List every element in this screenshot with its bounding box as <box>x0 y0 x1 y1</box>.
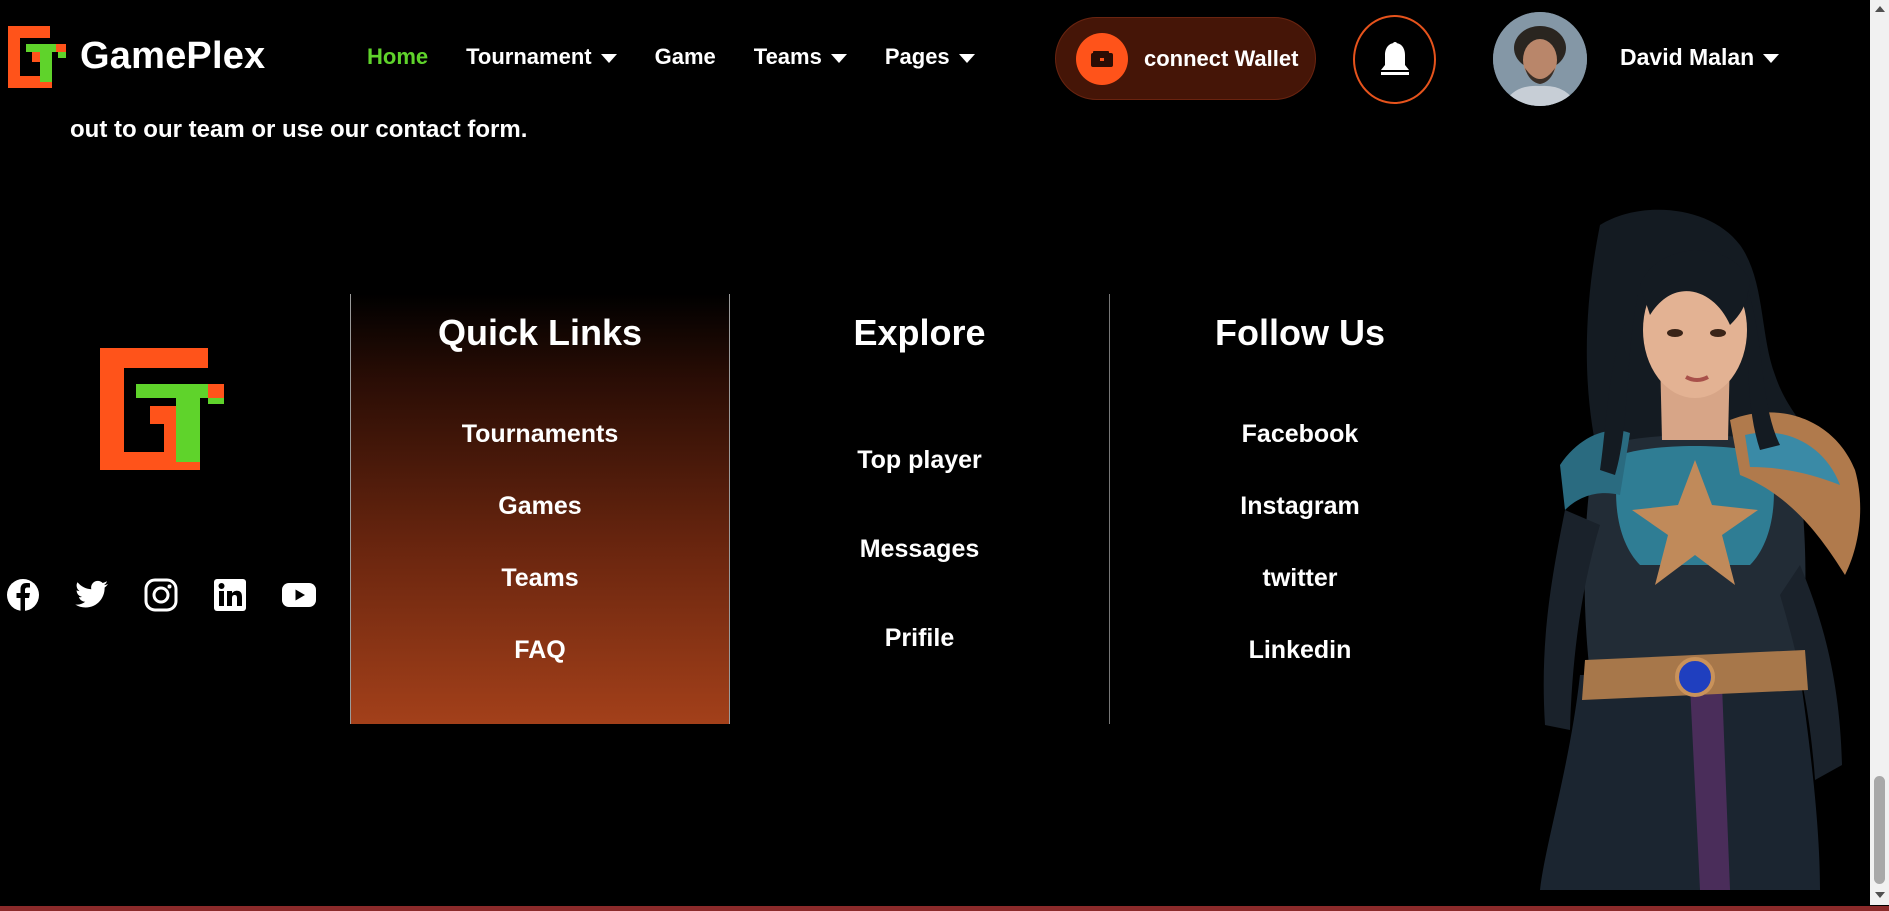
nav-item-tournament[interactable]: Tournament <box>466 44 617 70</box>
notifications-button[interactable] <box>1353 15 1436 104</box>
scroll-thumb[interactable] <box>1874 776 1885 884</box>
youtube-icon[interactable] <box>282 578 316 612</box>
connect-wallet-button[interactable]: connect Wallet <box>1055 17 1316 100</box>
user-menu[interactable]: David Malan <box>1620 44 1780 71</box>
nav-item-home[interactable]: Home <box>367 44 428 70</box>
avatar[interactable] <box>1493 12 1587 106</box>
site-header: GamePlex Home Tournament Game Teams Page… <box>0 0 1889 118</box>
scroll-down-arrow-icon[interactable] <box>1875 892 1885 898</box>
footer-link-teams[interactable]: Teams <box>351 542 729 614</box>
brand[interactable]: GamePlex <box>6 24 265 88</box>
footer-link-profile[interactable]: Prifile <box>730 594 1109 683</box>
quick-links-title: Quick Links <box>437 312 643 353</box>
brand-name: GamePlex <box>80 34 266 77</box>
contact-intro-text: out to our team or use our contact form. <box>70 116 528 143</box>
bottom-border <box>0 906 1889 911</box>
explore-list: Top player Messages Prifile <box>730 416 1109 683</box>
nav-label: Pages <box>884 44 950 69</box>
twitter-icon[interactable] <box>75 578 109 612</box>
game-character-image <box>1540 209 1861 890</box>
footer-link-linkedin[interactable]: Linkedin <box>1110 614 1490 686</box>
nav-item-pages[interactable]: Pages <box>885 44 975 70</box>
follow-us-list: Facebook Instagram twitter Linkedin <box>1110 398 1490 686</box>
footer-link-messages[interactable]: Messages <box>730 505 1109 594</box>
caret-down-icon <box>958 53 975 63</box>
instagram-icon[interactable] <box>144 578 178 612</box>
wallet-label: connect Wallet <box>1144 45 1299 71</box>
nav-label: Home <box>367 44 429 69</box>
footer-link-facebook[interactable]: Facebook <box>1110 398 1490 470</box>
footer-link-instagram[interactable]: Instagram <box>1110 470 1490 542</box>
footer-link-games[interactable]: Games <box>351 470 729 542</box>
wallet-icon <box>1076 32 1128 85</box>
nav-item-game[interactable]: Game <box>655 44 716 70</box>
footer-link-tournaments[interactable]: Tournaments <box>351 398 729 470</box>
quick-links-column: Quick Links Tournaments Games Teams FAQ <box>350 294 730 724</box>
footer-link-top-player[interactable]: Top player <box>730 416 1109 505</box>
user-name: David Malan <box>1620 44 1755 70</box>
caret-down-icon <box>1763 54 1780 63</box>
gameplex-logo-icon <box>8 26 66 88</box>
footer-logo-icon <box>100 348 224 470</box>
nav-item-teams[interactable]: Teams <box>754 44 847 70</box>
social-icons <box>6 578 351 612</box>
follow-us-column: Follow Us Facebook Instagram twitter Lin… <box>1110 294 1490 724</box>
main-nav: Home Tournament Game Teams Pages <box>367 44 1013 70</box>
footer-link-faq[interactable]: FAQ <box>351 614 729 686</box>
linkedin-icon[interactable] <box>213 578 247 612</box>
nav-label: Tournament <box>466 44 592 69</box>
caret-down-icon <box>600 53 617 63</box>
page-scrollbar[interactable] <box>1870 0 1889 905</box>
follow-us-title: Follow Us <box>1215 312 1385 353</box>
nav-label: Game <box>654 44 716 69</box>
footer-link-twitter[interactable]: twitter <box>1110 542 1490 614</box>
quick-links-list: Tournaments Games Teams FAQ <box>351 398 729 686</box>
bell-icon <box>1380 41 1409 75</box>
explore-column: Explore Top player Messages Prifile <box>730 294 1110 724</box>
caret-down-icon <box>830 53 847 63</box>
facebook-icon[interactable] <box>6 578 40 612</box>
nav-label: Teams <box>753 44 822 69</box>
explore-title: Explore <box>853 312 986 353</box>
